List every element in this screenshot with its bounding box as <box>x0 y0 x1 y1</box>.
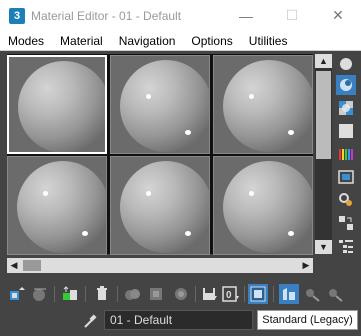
scroll-right-button[interactable]: ▶ <box>299 258 313 273</box>
show-end-result-icon[interactable] <box>279 284 299 304</box>
put-material-to-scene-icon[interactable] <box>30 284 50 304</box>
menu-modes[interactable]: Modes <box>0 34 52 48</box>
material-map-navigator-icon[interactable] <box>336 236 356 256</box>
editor-body: ▲ ▼ ◀ ▶ 0 01 - Default Standard (Legacy) <box>0 51 361 336</box>
backlight-icon[interactable] <box>336 75 356 95</box>
sample-slot[interactable] <box>213 156 313 255</box>
material-sphere-preview <box>17 161 106 253</box>
video-color-check-icon[interactable] <box>336 144 356 164</box>
toolbar-separator <box>85 286 86 302</box>
options-icon[interactable] <box>336 190 356 210</box>
scroll-up-button[interactable]: ▲ <box>315 54 332 68</box>
sample-slot[interactable] <box>110 156 210 255</box>
toolbar-separator <box>195 286 196 302</box>
specular-highlight <box>288 231 294 236</box>
scroll-down-button[interactable]: ▼ <box>315 240 332 254</box>
toolbar-separator <box>54 286 55 302</box>
make-preview-icon[interactable] <box>336 167 356 187</box>
specular-highlight <box>43 191 48 196</box>
material-name-field[interactable]: 01 - Default <box>104 310 253 330</box>
title-bar: 3 Material Editor - 01 - Default — ☐ ✕ <box>0 0 361 31</box>
get-material-icon[interactable] <box>8 284 28 304</box>
assign-material-to-selection-icon[interactable] <box>60 284 80 304</box>
material-type-button[interactable]: Standard (Legacy) <box>257 310 358 330</box>
vertical-scrollbar[interactable]: ▲ ▼ <box>315 54 332 254</box>
material-sphere-preview <box>18 61 105 152</box>
go-forward-to-sibling-icon[interactable] <box>325 284 345 304</box>
material-id-channel-icon[interactable]: 0 <box>221 284 241 304</box>
put-to-library-icon[interactable] <box>171 284 191 304</box>
select-by-material-icon[interactable] <box>336 213 356 233</box>
reset-map-icon[interactable] <box>92 284 112 304</box>
sample-slot[interactable] <box>7 156 107 255</box>
specular-highlight <box>185 231 191 236</box>
sample-slots-grid <box>7 54 313 255</box>
specular-highlight <box>249 191 254 196</box>
sample-slot[interactable] <box>110 55 210 154</box>
material-sphere-preview <box>120 60 209 152</box>
background-checker-icon[interactable] <box>336 98 356 118</box>
sample-slot[interactable] <box>213 55 313 154</box>
toolbar-separator <box>117 286 118 302</box>
make-material-copy-icon[interactable] <box>123 284 143 304</box>
specular-highlight <box>146 94 151 99</box>
save-to-library-icon[interactable] <box>200 284 220 304</box>
horizontal-scroll-thumb[interactable] <box>23 260 41 271</box>
specular-highlight <box>185 130 191 135</box>
close-button[interactable]: ✕ <box>315 0 361 31</box>
specular-highlight <box>288 130 294 135</box>
material-name-row: 01 - Default Standard (Legacy) <box>0 310 361 332</box>
sample-type-sphere-icon[interactable] <box>336 54 356 74</box>
eyedropper-icon[interactable] <box>80 311 100 331</box>
go-to-parent-icon[interactable] <box>302 284 322 304</box>
specular-highlight <box>146 191 151 196</box>
menu-material[interactable]: Material <box>52 34 111 48</box>
specular-highlight <box>249 94 254 99</box>
menu-utilities[interactable]: Utilities <box>241 34 296 48</box>
right-toolbar <box>336 54 356 274</box>
menu-options[interactable]: Options <box>183 34 240 48</box>
show-shaded-material-icon[interactable] <box>248 284 268 304</box>
window-controls: — ☐ ✕ <box>223 0 361 31</box>
toolbar-separator <box>273 286 274 302</box>
vertical-scroll-thumb[interactable] <box>316 71 331 159</box>
sample-slot[interactable] <box>7 55 107 154</box>
bottom-toolbar: 0 <box>0 281 361 307</box>
window-title: Material Editor - 01 - Default <box>31 8 182 23</box>
scroll-left-button[interactable]: ◀ <box>7 258 21 273</box>
horizontal-scrollbar[interactable]: ◀ ▶ <box>7 258 313 273</box>
menu-bar: Modes Material Navigation Options Utilit… <box>0 31 361 51</box>
toolbar-separator <box>244 286 245 302</box>
sample-uv-tiling-icon[interactable] <box>336 121 356 141</box>
material-sphere-preview <box>120 161 209 253</box>
minimize-button[interactable]: — <box>223 0 269 31</box>
material-sphere-preview <box>223 161 312 253</box>
app-icon: 3 <box>9 7 25 24</box>
maximize-button[interactable]: ☐ <box>269 0 315 31</box>
material-id-value: 0 <box>226 290 232 301</box>
specular-highlight <box>82 231 88 236</box>
menu-navigation[interactable]: Navigation <box>111 34 184 48</box>
material-sphere-preview <box>223 60 312 152</box>
make-unique-icon[interactable] <box>147 284 167 304</box>
